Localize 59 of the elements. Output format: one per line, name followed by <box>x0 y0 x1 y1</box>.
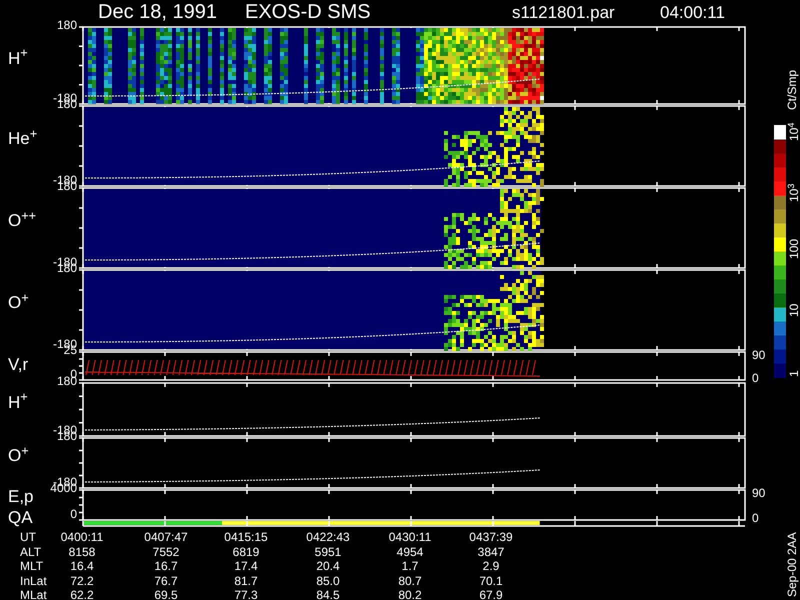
table-cell-text: 0430:11 <box>388 531 432 543</box>
table-cell-text: 16.4 <box>69 560 95 572</box>
panel-label: He$^{+}$ <box>8 130 38 147</box>
table-cell-text: 0400:11 <box>60 531 104 543</box>
colorbar-label: 1 <box>788 370 800 377</box>
axis-label: 90 <box>752 487 766 499</box>
table-cell-text: 69.5 <box>153 589 179 600</box>
colorbar-label: 10 <box>788 304 800 317</box>
row-label: MLT <box>20 560 44 572</box>
table-cell-text: 70.1 <box>478 574 504 586</box>
table-cell-text: 67.9 <box>478 589 504 600</box>
table-cell-text: 84.5 <box>315 589 341 600</box>
panel-label: O$^{++}$ <box>8 212 36 229</box>
table-cell-text: 6819 <box>232 546 260 558</box>
table-cell-text: 77.3 <box>233 589 259 600</box>
table-cell-text: 7552 <box>152 546 180 558</box>
start-time: 04:00:11 <box>660 4 725 21</box>
row-label: MLat <box>20 589 47 600</box>
panel-label: H$^{+}$ <box>8 50 28 66</box>
panel-label: E,p <box>8 488 34 505</box>
axis-label: 180 <box>56 375 77 387</box>
axis-label: 0 <box>752 372 759 384</box>
axis-label: 90 <box>752 349 766 361</box>
axis-label: 180 <box>56 19 77 31</box>
panel-label: QA <box>8 509 33 526</box>
table-cell-text: 76.7 <box>153 574 179 586</box>
table-cell-text: 72.2 <box>69 574 95 586</box>
table-cell-text: 80.7 <box>397 574 423 586</box>
instrument-title: EXOS-D SMS <box>245 2 371 22</box>
table-cell-text: 2.9 <box>482 560 500 572</box>
colorbar-unit: Ct/Smp <box>786 70 798 110</box>
panel-label: O$^{+}$ <box>8 294 29 311</box>
table-cell-text: 20.4 <box>315 560 341 572</box>
table-cell-text: 81.7 <box>233 574 259 586</box>
table-cell-text: 4954 <box>396 546 424 558</box>
table-cell-text: 80.2 <box>397 589 423 600</box>
colorbar-label: 100 <box>788 238 800 259</box>
table-cell-text: 5951 <box>314 546 342 558</box>
row-label: InLat <box>20 574 47 586</box>
table-cell-text: 3847 <box>476 546 506 558</box>
table-cell-text: 17.4 <box>233 560 259 572</box>
table-cell-text: 16.7 <box>153 560 179 572</box>
axis-label: 0 <box>752 512 759 524</box>
plot-date: Dec 18, 1991 <box>98 2 217 22</box>
table-cell-text: 85.0 <box>315 574 341 586</box>
file-name: s1121801.par <box>512 4 615 21</box>
panel-label: V,r <box>8 356 28 373</box>
table-cell-text: 62.2 <box>69 589 95 600</box>
panel-label: O$^{+}$ <box>8 447 29 464</box>
table-cell-text: 0422:43 <box>305 531 351 543</box>
row-label: UT <box>20 531 36 543</box>
version-label: Sep-00 2AA <box>786 532 798 597</box>
table-cell-text: 1.7 <box>400 560 420 572</box>
panel-label: H$^{+}$ <box>8 394 28 410</box>
table-cell-text: 8158 <box>68 546 96 558</box>
table-cell-text: 0437:39 <box>468 531 514 543</box>
table-cell-text: 0407:47 <box>143 531 189 543</box>
row-label: ALT <box>20 546 42 558</box>
table-cell-text: 0415:15 <box>223 531 269 543</box>
